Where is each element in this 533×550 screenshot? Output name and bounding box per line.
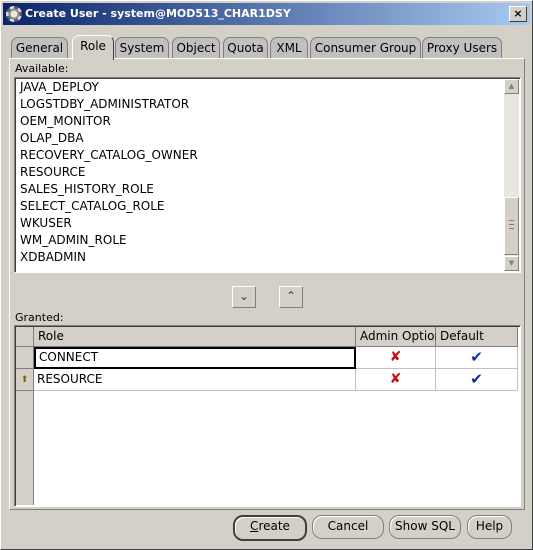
list-item[interactable]: SALES_HISTORY_ROLE xyxy=(20,181,154,198)
create-label: reate xyxy=(258,519,290,533)
list-item[interactable]: OLAP_DBA xyxy=(20,130,84,147)
grip-icon xyxy=(509,224,514,225)
column-header-admin-option[interactable]: Admin Option xyxy=(356,327,442,347)
grip-icon xyxy=(509,220,514,221)
tab-quota[interactable]: Quota xyxy=(223,37,268,58)
show-sql-button[interactable]: Show SQL xyxy=(389,515,461,539)
granted-label: Granted: xyxy=(15,311,64,324)
window-title: Create User - system@MOD513_CHAR1DSY xyxy=(25,7,291,20)
admin-option-x-icon[interactable]: ✘ xyxy=(356,347,436,369)
cancel-button[interactable]: Cancel xyxy=(312,515,384,539)
tab-general[interactable]: General xyxy=(11,37,68,58)
default-check-icon[interactable]: ✔ xyxy=(436,347,518,369)
corner-header xyxy=(16,327,34,347)
role-cell[interactable]: RESOURCE xyxy=(34,369,356,391)
list-item[interactable]: LOGSTDBY_ADMINISTRATOR xyxy=(20,96,189,113)
available-label: Available: xyxy=(15,62,69,75)
row-marker-icon[interactable]: ⬆ xyxy=(16,369,34,391)
granted-roles-table: Role Admin Option Default CONNECT ✘ ✔ ⬆ … xyxy=(14,325,521,507)
tab-proxy-users[interactable]: Proxy Users xyxy=(422,37,502,58)
scroll-down-icon[interactable]: ▼ xyxy=(504,256,519,271)
revoke-role-button[interactable]: ⌃ xyxy=(279,286,303,308)
list-item[interactable]: RESOURCE xyxy=(20,164,85,181)
tab-role[interactable]: Role xyxy=(72,35,114,60)
column-header-role[interactable]: Role xyxy=(34,327,356,347)
list-item[interactable]: JAVA_DEPLOY xyxy=(20,79,99,96)
list-item[interactable]: RECOVERY_CATALOG_OWNER xyxy=(20,147,198,164)
admin-option-x-icon[interactable]: ✘ xyxy=(356,369,436,391)
list-item[interactable]: WKUSER xyxy=(20,215,72,232)
row-header[interactable] xyxy=(16,347,34,369)
list-item[interactable]: OEM_MONITOR xyxy=(20,113,111,130)
help-button[interactable]: Help xyxy=(467,515,512,539)
column-header-default[interactable]: Default xyxy=(436,327,518,347)
close-button[interactable]: × xyxy=(509,6,527,22)
scroll-up-icon[interactable]: ▲ xyxy=(504,79,519,94)
oracle-app-icon xyxy=(6,6,22,22)
list-item[interactable]: SELECT_CATALOG_ROLE xyxy=(20,198,165,215)
list-item[interactable]: XDBADMIN xyxy=(20,249,86,266)
default-check-icon[interactable]: ✔ xyxy=(436,369,518,391)
row-header-strip xyxy=(16,391,34,505)
title-bar[interactable]: Create User - system@MOD513_CHAR1DSY × xyxy=(3,3,530,25)
available-roles-list[interactable]: JAVA_DEPLOY LOGSTDBY_ADMINISTRATOR OEM_M… xyxy=(14,77,521,273)
tab-consumer-group[interactable]: Consumer Group xyxy=(310,37,421,58)
tab-xml[interactable]: XML xyxy=(270,37,308,58)
vertical-scrollbar[interactable]: ▲ ▼ xyxy=(504,79,519,271)
list-item[interactable]: WM_ADMIN_ROLE xyxy=(20,232,127,249)
grip-icon xyxy=(509,228,514,229)
role-cell[interactable]: CONNECT xyxy=(34,347,356,369)
tab-object[interactable]: Object xyxy=(172,37,220,58)
scroll-thumb[interactable] xyxy=(504,197,519,255)
create-user-dialog: Create User - system@MOD513_CHAR1DSY × G… xyxy=(0,0,533,550)
tab-system[interactable]: System xyxy=(115,37,169,58)
create-button[interactable]: Create xyxy=(233,515,307,541)
grant-role-button[interactable]: ⌄ xyxy=(232,286,256,308)
